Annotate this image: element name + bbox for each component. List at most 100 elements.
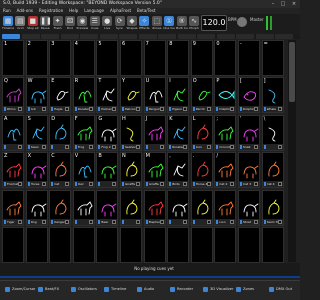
cue-cell[interactable]: N Giraffe bbox=[120, 152, 142, 189]
page-tab[interactable] bbox=[119, 34, 137, 39]
toolbar-button-shapes[interactable]: ◆ Shapes bbox=[126, 15, 138, 33]
cue-cell[interactable] bbox=[96, 227, 119, 263]
cue-cell[interactable]: / Cat 2 bbox=[214, 152, 237, 189]
cue-cell[interactable]: ; Crocodile bbox=[214, 114, 237, 151]
cue-cell[interactable]: Swim Tiger bbox=[261, 189, 284, 226]
toolbar-button-zones[interactable]: ⬚ Zones bbox=[151, 15, 163, 33]
cue-checkbox[interactable] bbox=[18, 144, 22, 149]
cue-cell[interactable]: 3 bbox=[49, 40, 72, 76]
page-tab[interactable] bbox=[275, 34, 293, 39]
taskbar-item-recorder[interactable]: Recorder bbox=[167, 283, 201, 295]
cue-cell[interactable]: F Frog bbox=[72, 114, 95, 151]
cue-cell[interactable]: ] Whale bbox=[261, 77, 284, 114]
cue-checkbox[interactable] bbox=[88, 182, 93, 187]
cue-cell[interactable]: A bbox=[2, 114, 24, 151]
page-tab[interactable] bbox=[197, 34, 215, 39]
beat-indicator[interactable] bbox=[237, 17, 247, 27]
taskbar-item-oscillators[interactable]: Oscillators bbox=[68, 283, 102, 295]
cue-checkbox[interactable] bbox=[277, 144, 282, 149]
cue-cell[interactable]: V Owl bbox=[72, 152, 95, 189]
cue-checkbox[interactable] bbox=[65, 182, 70, 187]
cue-checkbox[interactable] bbox=[136, 219, 140, 224]
toolbar-button-preview[interactable]: ◉ Preview bbox=[76, 15, 88, 33]
cue-cell[interactable]: Z Fox/Cat/a bbox=[2, 152, 24, 189]
cue-checkbox[interactable] bbox=[18, 107, 22, 112]
cue-checkbox[interactable] bbox=[136, 182, 140, 187]
cue-checkbox[interactable] bbox=[277, 107, 282, 112]
cue-checkbox[interactable] bbox=[112, 182, 117, 187]
cue-cell[interactable] bbox=[190, 227, 213, 263]
cue-cell[interactable]: O Parrot bbox=[190, 77, 213, 114]
page-tab[interactable] bbox=[80, 34, 98, 39]
page-tab[interactable] bbox=[177, 34, 196, 39]
toolbar-button-multi-cue[interactable]: ⑨Multi Cue bbox=[176, 15, 188, 33]
cue-cell[interactable] bbox=[261, 227, 284, 263]
cue-cell[interactable]: Elephant bbox=[143, 189, 166, 226]
cue-cell[interactable]: ' Snail bbox=[238, 114, 260, 151]
cue-checkbox[interactable] bbox=[88, 107, 93, 112]
cue-cell[interactable]: 2 bbox=[25, 40, 48, 76]
cue-cell[interactable]: Kangaroo bbox=[49, 189, 72, 226]
taskbar-item-beat-fx[interactable]: Beat/FX bbox=[35, 283, 69, 295]
cue-cell[interactable]: R Rooster bbox=[72, 77, 95, 114]
grid-scrollbar[interactable] bbox=[288, 40, 296, 262]
taskbar-item-zoom-cursor[interactable]: Zoom/Cursor bbox=[2, 283, 36, 295]
cue-cell[interactable]: G Frog 2 bbox=[96, 114, 119, 151]
cue-cell[interactable]: Q Rhino bbox=[2, 77, 24, 114]
page-tab[interactable] bbox=[216, 34, 235, 39]
cue-checkbox[interactable] bbox=[65, 107, 70, 112]
cue-checkbox[interactable] bbox=[230, 182, 235, 187]
cue-cell[interactable] bbox=[25, 227, 48, 263]
cue-cell[interactable]: L Lion bbox=[190, 114, 213, 151]
toolbar-button-rnd[interactable]: ⚄ Rnd bbox=[64, 15, 76, 33]
page-tab[interactable] bbox=[60, 34, 79, 39]
toolbar-button-live[interactable]: ● Live bbox=[101, 15, 113, 33]
cue-checkbox[interactable] bbox=[88, 219, 93, 224]
bpm-display[interactable]: 120.0 bbox=[201, 15, 227, 31]
toolbar-button-pause[interactable]: ❚❚ Pause bbox=[39, 15, 52, 33]
cue-checkbox[interactable] bbox=[230, 219, 235, 224]
cue-cell[interactable]: B bbox=[96, 152, 119, 189]
toolbar-button-grid[interactable]: ▤ Grid bbox=[14, 15, 26, 33]
cue-cell[interactable]: 9 bbox=[190, 40, 213, 76]
cue-cell[interactable] bbox=[72, 189, 95, 226]
toolbar-button-stop-all[interactable]: ■ Stop all bbox=[27, 15, 39, 33]
cue-cell[interactable]: 5 bbox=[96, 40, 119, 76]
cue-checkbox[interactable] bbox=[183, 144, 188, 149]
cue-cell[interactable] bbox=[143, 227, 166, 263]
cue-cell[interactable]: Stoat bbox=[238, 189, 260, 226]
cue-cell[interactable] bbox=[2, 227, 24, 263]
taskbar-item-timeline[interactable]: Timeline bbox=[101, 283, 135, 295]
toolbar-button-one-cue[interactable]: ① One Cue bbox=[163, 15, 175, 33]
cue-checkbox[interactable] bbox=[254, 182, 258, 187]
cue-checkbox[interactable] bbox=[277, 219, 282, 224]
cue-cell[interactable]: X Horse bbox=[25, 152, 48, 189]
cue-checkbox[interactable] bbox=[230, 144, 235, 149]
cue-checkbox[interactable] bbox=[159, 182, 164, 187]
minimize-button[interactable]: – bbox=[268, 0, 278, 8]
close-button[interactable]: × bbox=[289, 0, 299, 8]
cue-checkbox[interactable] bbox=[254, 107, 258, 112]
cue-checkbox[interactable] bbox=[18, 182, 22, 187]
toolbar-button-cues[interactable]: ☰ Cues bbox=[89, 15, 101, 33]
cue-checkbox[interactable] bbox=[112, 107, 117, 112]
cue-checkbox[interactable] bbox=[254, 219, 258, 224]
page-tab[interactable] bbox=[236, 34, 254, 39]
cue-checkbox[interactable] bbox=[277, 182, 282, 187]
cue-checkbox[interactable] bbox=[206, 144, 211, 149]
maximize-button[interactable]: □ bbox=[278, 0, 288, 8]
cue-cell[interactable]: 0 bbox=[214, 40, 237, 76]
cue-checkbox[interactable] bbox=[159, 107, 164, 112]
cue-cell[interactable] bbox=[120, 189, 142, 226]
cue-cell[interactable]: 4 bbox=[72, 40, 95, 76]
cue-checkbox[interactable] bbox=[136, 144, 140, 149]
cue-cell[interactable]: E Eagle bbox=[49, 77, 72, 114]
cue-cell[interactable]: , Birds bbox=[167, 152, 190, 189]
cue-checkbox[interactable] bbox=[41, 182, 46, 187]
cue-checkbox[interactable] bbox=[65, 144, 70, 149]
page-tab[interactable] bbox=[21, 34, 40, 39]
cue-cell[interactable]: - bbox=[238, 40, 260, 76]
cue-cell[interactable]: H Seahorse bbox=[120, 114, 142, 151]
page-tab[interactable] bbox=[255, 34, 274, 39]
cue-checkbox[interactable] bbox=[112, 219, 117, 224]
